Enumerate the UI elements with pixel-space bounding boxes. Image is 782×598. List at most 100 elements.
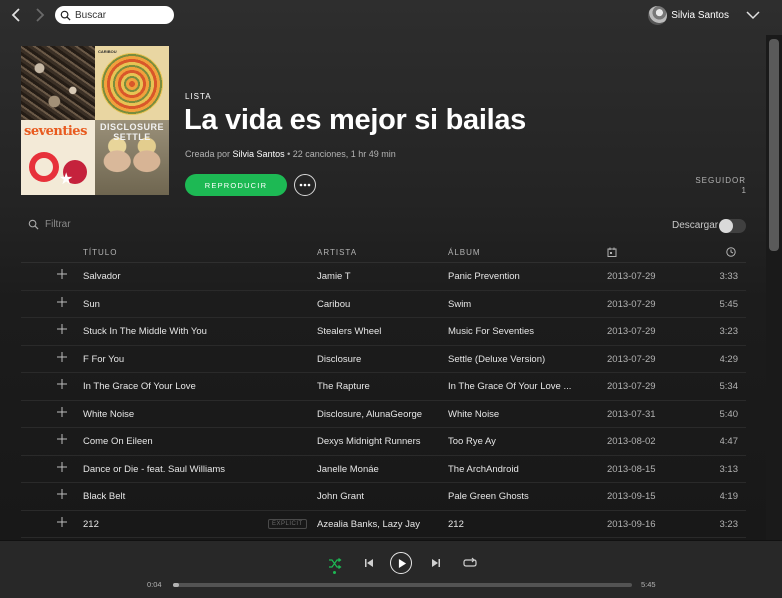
chevron-down-icon[interactable] — [746, 9, 760, 21]
track-album-link[interactable]: Panic Prevention — [448, 271, 574, 282]
cover-tile-2: CARIBOU — [95, 46, 169, 120]
track-artist-link[interactable]: Disclosure — [317, 354, 442, 365]
add-to-library-button[interactable] — [56, 516, 68, 528]
download-toggle[interactable] — [719, 219, 746, 233]
table-row[interactable]: Sun Caribou Swim 2013-07-29 5:45 — [21, 291, 746, 318]
table-row[interactable]: Come On Eileen Dexys Midnight Runners To… — [21, 428, 746, 456]
add-to-library-button[interactable] — [56, 378, 68, 390]
track-artist-link[interactable]: The Rapture — [317, 381, 442, 392]
search-box[interactable] — [55, 6, 174, 24]
download-label: Descargar — [672, 220, 719, 231]
add-to-library-button[interactable] — [56, 296, 68, 308]
next-icon — [432, 559, 440, 567]
track-date-added: 2013-07-29 — [607, 271, 656, 282]
filter-input[interactable] — [45, 219, 165, 230]
shuffle-button[interactable] — [328, 557, 342, 570]
add-to-library-button[interactable] — [56, 461, 68, 473]
user-menu[interactable]: Silvia Santos — [648, 5, 729, 25]
back-button[interactable] — [8, 6, 26, 24]
track-date-added: 2013-07-29 — [607, 326, 656, 337]
track-duration: 4:47 — [719, 436, 739, 447]
track-duration: 3:23 — [719, 326, 739, 337]
track-artist-link[interactable]: Dexys Midnight Runners — [317, 436, 442, 447]
track-artist-link[interactable]: Azealia Banks, Lazy Jay — [317, 519, 442, 530]
track-date-added: 2013-08-15 — [607, 463, 656, 475]
playlist-owner-link[interactable]: Silvia Santos — [233, 149, 285, 159]
add-to-library-button[interactable] — [56, 433, 68, 445]
track-artist-link[interactable]: John Grant — [317, 491, 442, 502]
previous-button[interactable] — [364, 558, 374, 568]
play-button[interactable]: REPRODUCIR — [185, 174, 287, 196]
track-duration: 3:23 — [719, 518, 739, 530]
player-play-button[interactable] — [390, 552, 412, 574]
column-header-title[interactable]: TÍTULO — [83, 248, 117, 257]
table-row[interactable]: Stuck In The Middle With You Stealers Wh… — [21, 318, 746, 346]
add-to-library-button[interactable] — [56, 268, 68, 280]
next-button[interactable] — [431, 558, 441, 568]
track-title: White Noise — [83, 408, 135, 420]
table-row[interactable]: In The Grace Of Your Love The Rapture In… — [21, 373, 746, 401]
table-row[interactable]: Salvador Jamie T Panic Prevention 2013-0… — [21, 263, 746, 291]
forward-button[interactable] — [30, 6, 48, 24]
track-title: Salvador — [83, 271, 121, 282]
table-row[interactable]: White Noise Disclosure, AlunaGeorge Whit… — [21, 401, 746, 428]
playlist-meta: Creada por Silvia Santos • 22 canciones,… — [185, 149, 396, 159]
more-options-button[interactable] — [294, 174, 316, 196]
track-album-link[interactable]: Music For Seventies — [448, 326, 574, 337]
created-by-label: Creada por — [185, 149, 231, 159]
search-input[interactable] — [75, 7, 165, 23]
repeat-icon — [463, 557, 477, 567]
track-duration: 5:40 — [719, 408, 739, 420]
repeat-button[interactable] — [463, 557, 477, 569]
track-album-link[interactable]: 212 — [448, 519, 574, 530]
table-row[interactable]: Dance or Die - feat. Saul Williams Janel… — [21, 456, 746, 483]
track-album-link[interactable]: White Noise — [448, 409, 574, 420]
track-album-link[interactable]: Settle (Deluxe Version) — [448, 354, 574, 365]
calendar-icon — [607, 247, 617, 257]
track-artist-link[interactable]: Caribou — [317, 299, 442, 310]
track-date-added: 2013-07-29 — [607, 381, 656, 392]
filter-box[interactable] — [28, 219, 165, 230]
column-header-date[interactable] — [607, 247, 617, 259]
track-title: 212 — [83, 518, 99, 530]
search-icon — [28, 219, 39, 230]
track-album-link[interactable]: Pale Green Ghosts — [448, 491, 574, 502]
scrollbar[interactable] — [766, 35, 782, 540]
track-duration: 5:34 — [719, 381, 739, 392]
track-artist-link[interactable]: Stealers Wheel — [317, 326, 442, 337]
progress-bar[interactable] — [173, 583, 632, 587]
track-album-link[interactable]: The ArchAndroid — [448, 464, 574, 475]
table-row[interactable]: Black Belt John Grant Pale Green Ghosts … — [21, 483, 746, 511]
track-artist-link[interactable]: Jamie T — [317, 271, 442, 282]
add-to-library-button[interactable] — [56, 351, 68, 363]
top-bar: Silvia Santos — [0, 0, 782, 32]
track-date-added: 2013-09-15 — [607, 491, 656, 502]
track-title: Black Belt — [83, 491, 126, 502]
table-row[interactable]: 212 EXPLICIT Azealia Banks, Lazy Jay 212… — [21, 511, 746, 538]
avatar — [648, 5, 668, 25]
scrollbar-thumb[interactable] — [769, 39, 779, 251]
column-header-duration[interactable] — [726, 247, 736, 259]
track-album-link[interactable]: Swim — [448, 299, 574, 310]
add-to-library-button[interactable] — [56, 406, 68, 418]
track-title: Come On Eileen — [83, 436, 153, 447]
add-to-library-button[interactable] — [56, 488, 68, 500]
cover-tile-3: seventies ★ — [21, 120, 95, 195]
back-arrow-icon — [11, 8, 20, 22]
track-title: Dance or Die - feat. Saul Williams — [83, 463, 226, 475]
table-row[interactable]: F For You Disclosure Settle (Deluxe Vers… — [21, 346, 746, 373]
track-date-added: 2013-07-29 — [607, 353, 656, 365]
track-artist-link[interactable]: Disclosure, AlunaGeorge — [317, 409, 442, 420]
add-to-library-button[interactable] — [56, 323, 68, 335]
track-artist-link[interactable]: Janelle Monáe — [317, 464, 442, 475]
spotify-window: Silvia Santos CARIBOU seventies ★ DISCLO… — [0, 0, 782, 598]
playlist-title: La vida es mejor si bailas — [184, 104, 526, 136]
track-album-link[interactable]: Too Rye Ay — [448, 436, 574, 447]
column-header-artist[interactable]: ARTISTA — [317, 248, 357, 257]
track-title: Sun — [83, 298, 100, 310]
track-album-link[interactable]: In The Grace Of Your Love ... — [448, 381, 574, 392]
user-name: Silvia Santos — [671, 9, 729, 21]
previous-icon — [365, 559, 373, 567]
column-header-album[interactable]: ÁLBUM — [448, 248, 481, 257]
track-list: Salvador Jamie T Panic Prevention 2013-0… — [21, 263, 746, 538]
